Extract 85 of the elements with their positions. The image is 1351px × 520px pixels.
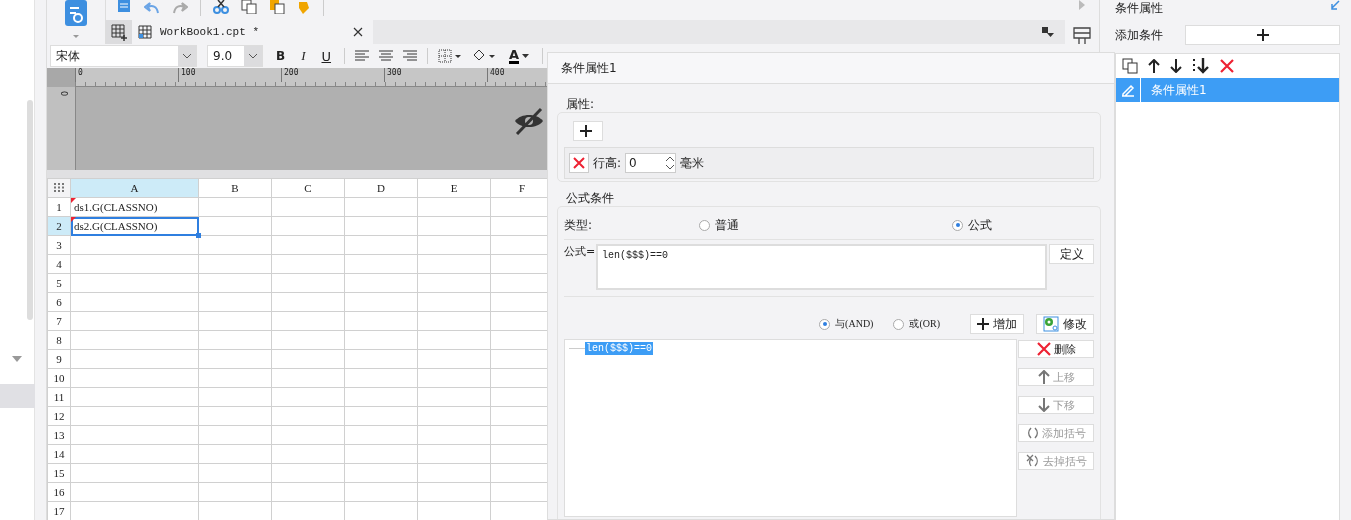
column-header[interactable]: C <box>271 178 345 198</box>
caret-icon[interactable] <box>12 356 22 362</box>
underline-button[interactable]: U <box>318 48 334 64</box>
align-center-icon[interactable] <box>379 50 393 62</box>
remove-button[interactable] <box>569 153 589 173</box>
formula-field[interactable]: len($$$)==0 <box>596 244 1047 290</box>
italic-button[interactable]: I <box>298 48 309 64</box>
collapse-icon[interactable] <box>1330 0 1340 10</box>
radio-icon[interactable] <box>699 219 710 231</box>
sheet-icon <box>138 25 152 39</box>
hidden-eye-icon[interactable] <box>513 107 545 135</box>
chevron-icon <box>248 53 258 59</box>
scrollbar[interactable] <box>27 100 33 320</box>
close-icon[interactable] <box>353 27 363 37</box>
row-height-field[interactable]: 0 <box>625 153 677 173</box>
logic-radio[interactable]: 或(OR) <box>893 317 940 331</box>
designer-icon[interactable] <box>64 0 88 40</box>
ruler-label: 0 <box>59 90 69 97</box>
gear-icon <box>1043 316 1059 332</box>
down-arrow-icon[interactable] <box>1170 59 1182 73</box>
delete-button[interactable]: 删除 <box>1018 340 1094 358</box>
new-sheet-icon[interactable] <box>106 20 132 44</box>
bold-button[interactable]: B <box>273 49 289 63</box>
layout-icon[interactable] <box>1073 27 1091 45</box>
ruler-label: 200 <box>281 68 384 82</box>
edit-icon <box>1121 83 1135 97</box>
formula-label: 公式= <box>564 244 596 259</box>
column-header[interactable]: B <box>198 178 272 198</box>
ruler-label: 300 <box>384 68 487 82</box>
type-radio[interactable]: 普通 <box>699 216 952 234</box>
chevron-icon <box>182 53 192 59</box>
cut-icon[interactable] <box>213 0 229 14</box>
add-condition-label: 添加条件 <box>1115 26 1164 44</box>
section-legend: 公式条件 <box>566 190 1101 206</box>
radio-icon[interactable] <box>893 318 905 330</box>
column-header[interactable]: E <box>417 178 491 198</box>
plus-icon <box>1256 29 1269 41</box>
size-combo[interactable]: 9.0 <box>207 45 263 67</box>
dialog-title: 条件属性1 <box>548 53 1114 84</box>
column-header[interactable]: A <box>70 178 199 198</box>
align-right-icon[interactable] <box>403 50 417 62</box>
plus-icon <box>977 318 989 330</box>
up-arrow-icon[interactable] <box>1148 59 1160 73</box>
align-left-icon[interactable] <box>355 50 369 62</box>
font-color-button[interactable]: A <box>506 48 533 64</box>
modify-button[interactable]: 修改 <box>1036 314 1094 334</box>
workbook-tab[interactable]: WorkBook1.cpt * <box>132 20 373 44</box>
section-legend: 属性: <box>566 96 1101 112</box>
cell-text: ds1.G(CLASSNO) <box>73 201 158 213</box>
delete-icon[interactable] <box>1220 59 1234 73</box>
undo-icon[interactable] <box>144 0 160 14</box>
radio-icon[interactable] <box>952 219 963 231</box>
logic-radio[interactable]: 与(AND) <box>819 317 874 331</box>
copy-icon[interactable] <box>1122 58 1138 74</box>
fill-color-icon[interactable] <box>472 49 496 63</box>
unit-label: 毫米 <box>680 154 705 172</box>
add-attribute-button[interactable] <box>573 121 603 141</box>
copy-icon[interactable] <box>241 0 257 14</box>
dropdown-icon[interactable] <box>1041 26 1055 38</box>
up-arrow-icon <box>1037 370 1050 384</box>
add-button[interactable]: 增加 <box>970 314 1024 334</box>
move-bottom-icon[interactable] <box>1192 58 1210 74</box>
type-label: 类型: <box>564 216 594 234</box>
border-icon[interactable] <box>438 49 462 63</box>
define-button[interactable]: 定义 <box>1049 244 1094 264</box>
caret-icon <box>522 54 530 58</box>
bracket-icon <box>1026 427 1039 439</box>
delete-icon <box>1036 342 1051 356</box>
cell-text: ds2.G(CLASSNO) <box>73 220 158 232</box>
redo-icon[interactable] <box>172 0 188 14</box>
type-radio[interactable]: 公式 <box>952 216 992 234</box>
panel-title: 条件属性 <box>1115 0 1163 17</box>
remove-bracket-icon <box>1025 454 1040 468</box>
column-header[interactable]: D <box>344 178 418 198</box>
down-arrow-icon <box>1037 398 1050 412</box>
row-height-label: 行高: <box>593 154 622 172</box>
ruler-label: 100 <box>178 68 281 82</box>
document-icon[interactable] <box>116 0 132 14</box>
paste-icon[interactable] <box>269 0 285 14</box>
font-combo[interactable]: 宋体 <box>50 45 197 67</box>
ruler-label: 0 <box>75 68 178 82</box>
select-all-icon[interactable] <box>53 183 65 192</box>
close-icon <box>573 157 585 169</box>
radio-icon[interactable] <box>819 318 831 330</box>
spinner-icon[interactable] <box>665 155 676 171</box>
